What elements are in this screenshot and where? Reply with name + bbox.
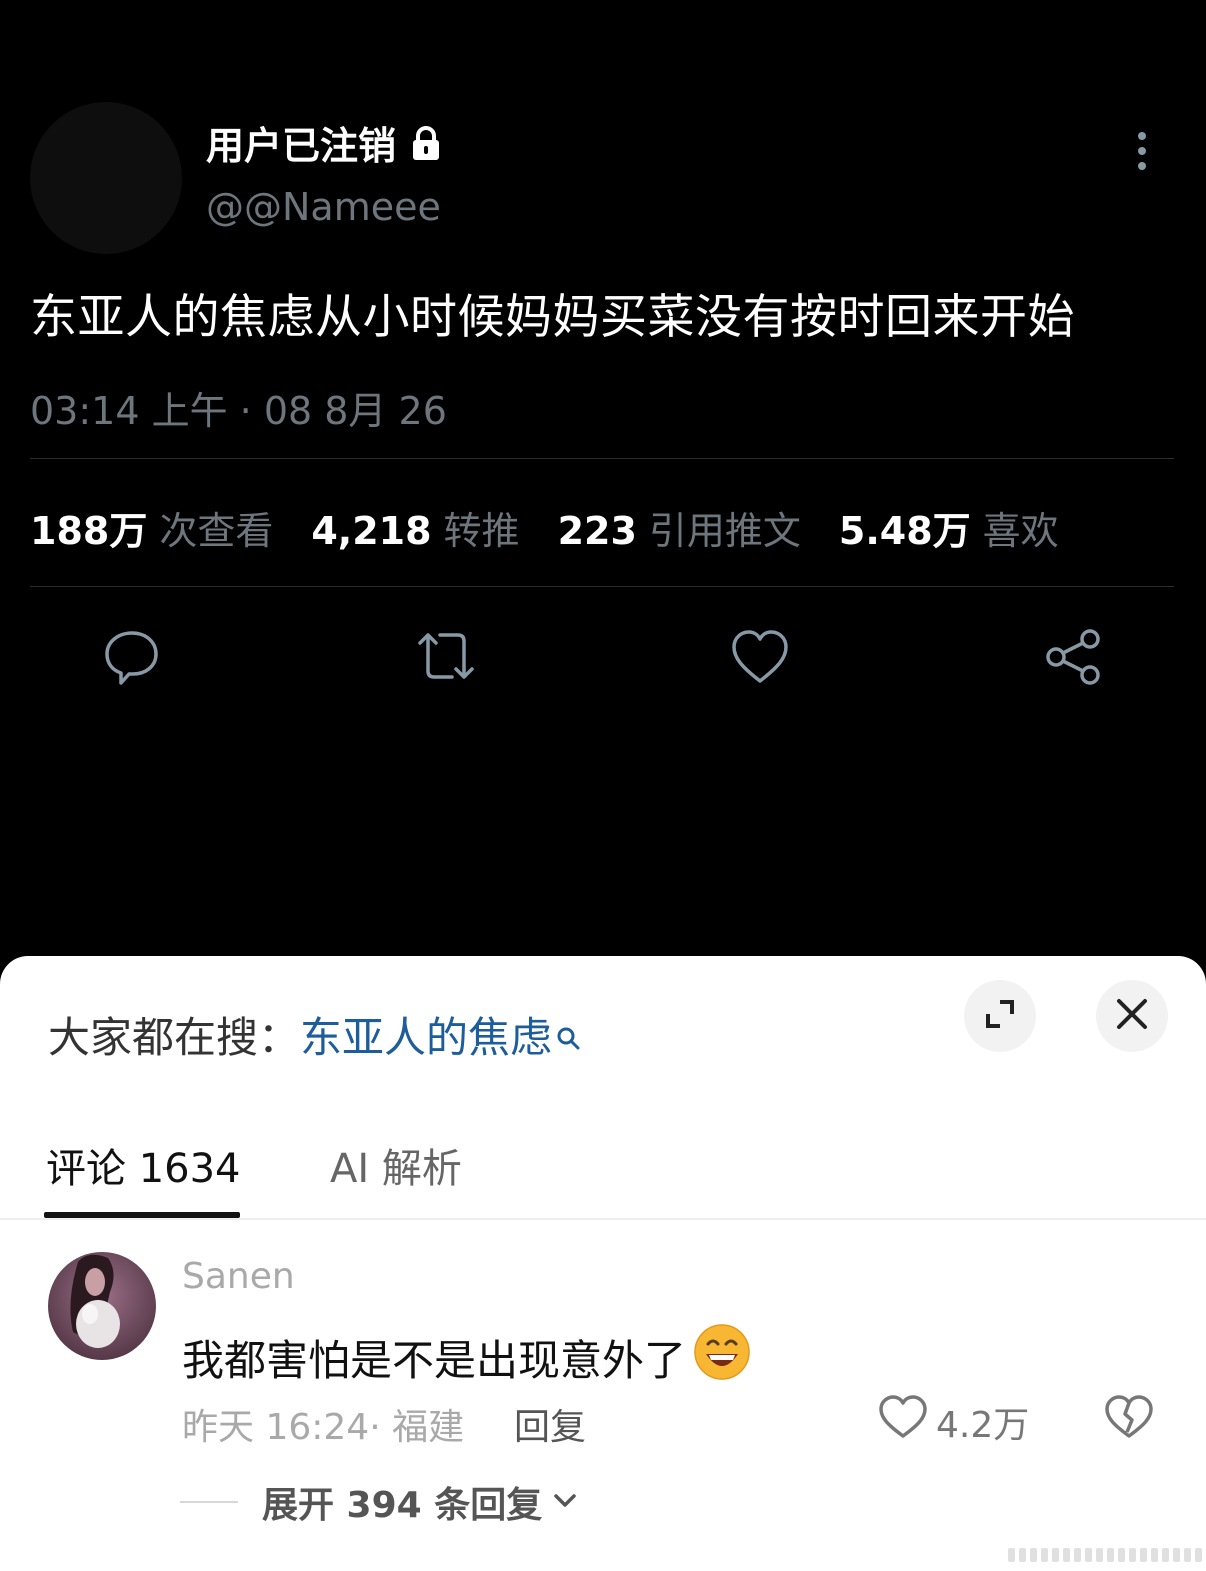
comment-avatar[interactable] [48,1252,156,1360]
author-avatar[interactable] [30,102,182,254]
divider [30,586,1174,587]
reply-icon[interactable] [100,625,164,689]
comments-sheet: 大家都在搜： 东亚人的焦虑 评论 1634 AI 解析 Sanen 我都害怕是不… [0,956,1206,1571]
stat-quotes[interactable]: 223 引用推文 [558,500,801,555]
more-vertical-icon[interactable] [1124,130,1160,174]
heart-icon [878,1394,928,1449]
expand-replies-label: 展开 394 条回复 [262,1485,543,1526]
watermark-bars [1008,1548,1206,1562]
tweet-card: 用户已注销 @@Nameee 东亚人的焦虑从小时候妈妈买菜没有按时回来开始 03… [0,0,1206,960]
stat-views[interactable]: 188万 次查看 [30,500,273,555]
fullscreen-button[interactable] [964,980,1036,1052]
tweet-timestamp: 03:14 上午 · 08 8月 26 [30,389,447,433]
tweet-text: 东亚人的焦虑从小时候妈妈买菜没有按时回来开始 [30,290,1075,345]
reply-button[interactable]: 回复 [514,1398,586,1450]
tab-ai-analysis[interactable]: AI 解析 [330,1136,462,1194]
author-name-row[interactable]: 用户已注销 [206,115,446,170]
comment-text: 我都害怕是不是出现意外了 [182,1335,687,1385]
expand-line [180,1501,238,1503]
share-icon[interactable] [1042,625,1106,689]
comment-meta: 昨天 16:24· 福建 [182,1407,465,1448]
grinning-face-emoji [692,1322,752,1392]
author-display-name[interactable]: 用户已注销 [206,115,396,170]
stat-retweets[interactable]: 4,218 转推 [311,500,519,555]
tab-comments[interactable]: 评论 1634 [46,1136,241,1194]
stat-likes[interactable]: 5.48万 喜欢 [839,500,1059,555]
author-handle[interactable]: @@Nameee [206,185,441,229]
close-icon [1114,996,1150,1036]
comment-username[interactable]: Sanen [182,1256,295,1297]
divider [30,458,1174,459]
retweet-icon[interactable] [412,625,476,689]
tweet-stats: 188万 次查看 4,218 转推 223 引用推文 5.48万 喜欢 [30,500,1059,555]
tweet-actions [0,625,1206,695]
comment-like-count: 4.2万 [936,1404,1030,1446]
expand-icon [982,996,1018,1036]
broken-heart-icon[interactable] [1104,1394,1154,1444]
trending-search-prefix: 大家都在搜： [48,1013,301,1062]
chevron-down-icon [542,1490,578,1514]
like-icon[interactable] [728,625,792,689]
active-tab-indicator [44,1212,240,1218]
trending-search-term[interactable]: 东亚人的焦虑 [300,1004,552,1065]
trending-search[interactable]: 大家都在搜： 东亚人的焦虑 [48,1004,582,1065]
comment-tabs: 评论 1634 AI 解析 [0,1126,1206,1220]
search-icon [552,1013,582,1062]
expand-replies[interactable]: 展开 394 条回复 [180,1476,578,1528]
close-button[interactable] [1096,980,1168,1052]
comment-like-button[interactable]: 4.2万 [878,1394,1029,1449]
lock-icon [406,123,446,163]
comment-text-row: 我都害怕是不是出现意外了 [182,1322,752,1392]
